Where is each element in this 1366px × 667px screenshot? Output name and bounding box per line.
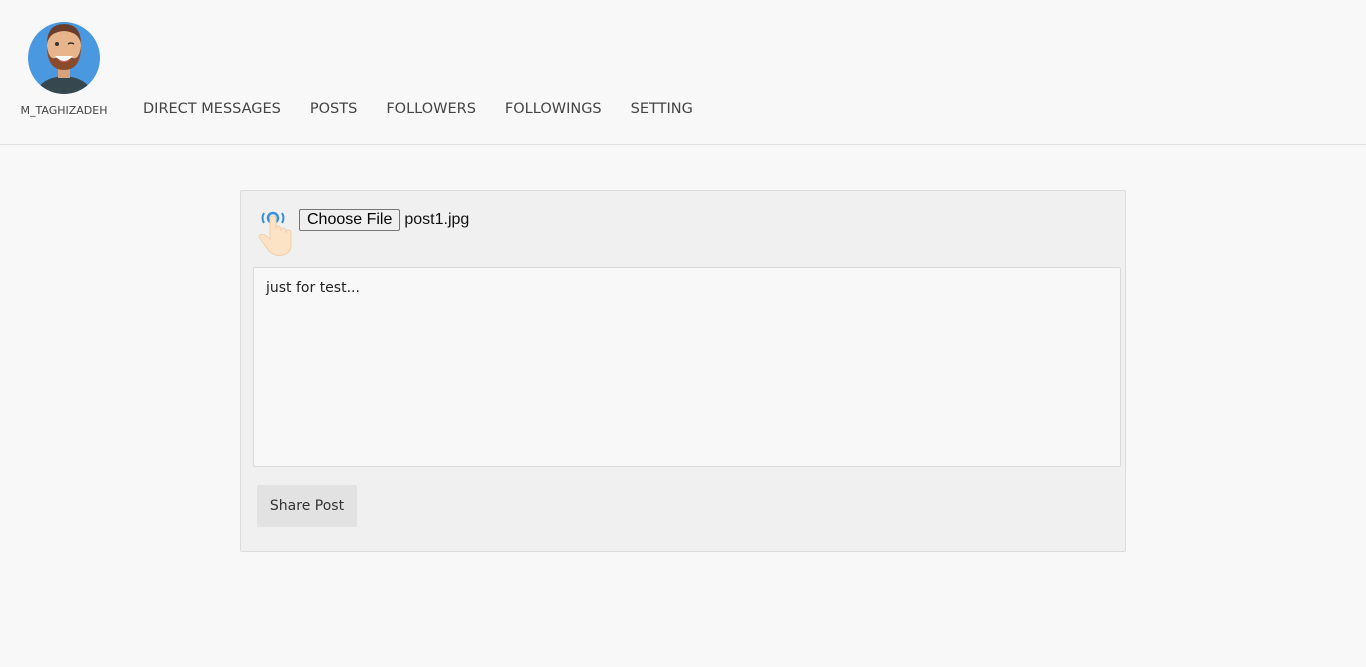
- user-profile[interactable]: M_TAGHIZADEH: [14, 16, 114, 117]
- avatar[interactable]: [27, 16, 101, 96]
- nav-followings[interactable]: FOLLOWINGS: [505, 101, 602, 117]
- nav-followers[interactable]: FOLLOWERS: [386, 101, 476, 117]
- top-header: M_TAGHIZADEH DIRECT MESSAGES POSTS FOLLO…: [0, 0, 1366, 145]
- new-post-panel: Choose File post1.jpg just for test... S…: [240, 190, 1126, 552]
- choose-file-button[interactable]: Choose File: [299, 209, 401, 231]
- nav-setting[interactable]: SETTING: [631, 101, 693, 117]
- selected-file-name: post1.jpg: [404, 211, 470, 228]
- share-post-button[interactable]: Share Post: [257, 485, 357, 527]
- nav-posts[interactable]: POSTS: [310, 101, 357, 117]
- file-upload-row: Choose File post1.jpg: [255, 205, 469, 259]
- nav-direct-messages[interactable]: DIRECT MESSAGES: [143, 101, 281, 117]
- tap-hand-icon: [258, 211, 292, 256]
- username-label: M_TAGHIZADEH: [20, 104, 108, 117]
- post-caption-input[interactable]: just for test...: [253, 267, 1121, 467]
- main-nav: DIRECT MESSAGES POSTS FOLLOWERS FOLLOWIN…: [143, 101, 722, 117]
